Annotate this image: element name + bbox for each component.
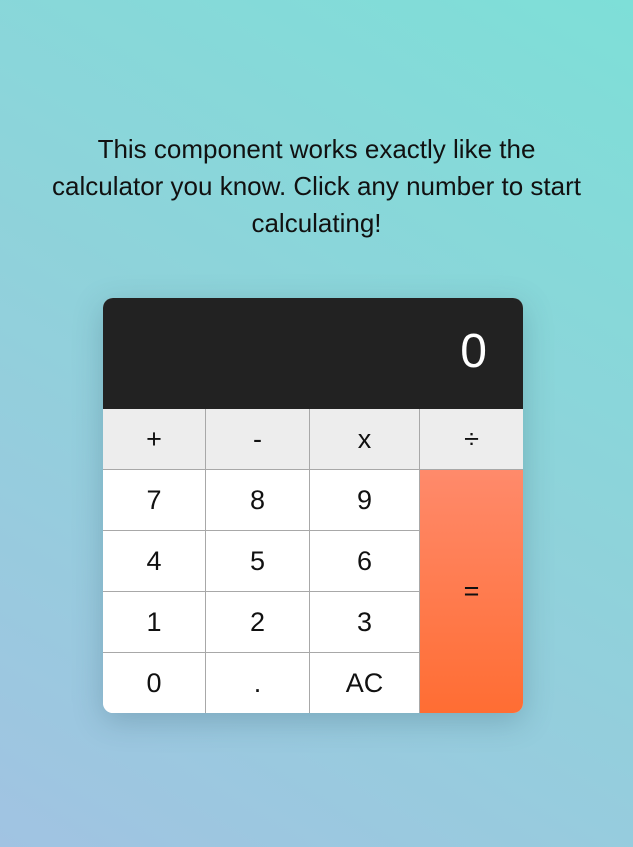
digit-6-button[interactable]: 6 xyxy=(310,531,420,592)
divide-button[interactable]: ÷ xyxy=(420,409,523,470)
digit-4-button[interactable]: 4 xyxy=(103,531,206,592)
multiply-button[interactable]: x xyxy=(310,409,420,470)
digit-3-button[interactable]: 3 xyxy=(310,592,420,653)
digit-1-button[interactable]: 1 xyxy=(103,592,206,653)
intro-text: This component works exactly like the ca… xyxy=(52,134,581,238)
display-value: 0 xyxy=(460,325,487,378)
calculator: 0 + - x ÷ 7 8 9 4 5 6 1 2 3 0 . AC = xyxy=(103,298,523,713)
digit-9-button[interactable]: 9 xyxy=(310,470,420,531)
digit-7-button[interactable]: 7 xyxy=(103,470,206,531)
subtract-button[interactable]: - xyxy=(206,409,310,470)
add-button[interactable]: + xyxy=(103,409,206,470)
calculator-display: 0 xyxy=(103,298,523,409)
digit-2-button[interactable]: 2 xyxy=(206,592,310,653)
clear-button[interactable]: AC xyxy=(310,653,420,713)
digit-5-button[interactable]: 5 xyxy=(206,531,310,592)
equals-button[interactable]: = xyxy=(420,470,523,713)
decimal-button[interactable]: . xyxy=(206,653,310,713)
digit-8-button[interactable]: 8 xyxy=(206,470,310,531)
digit-0-button[interactable]: 0 xyxy=(103,653,206,713)
